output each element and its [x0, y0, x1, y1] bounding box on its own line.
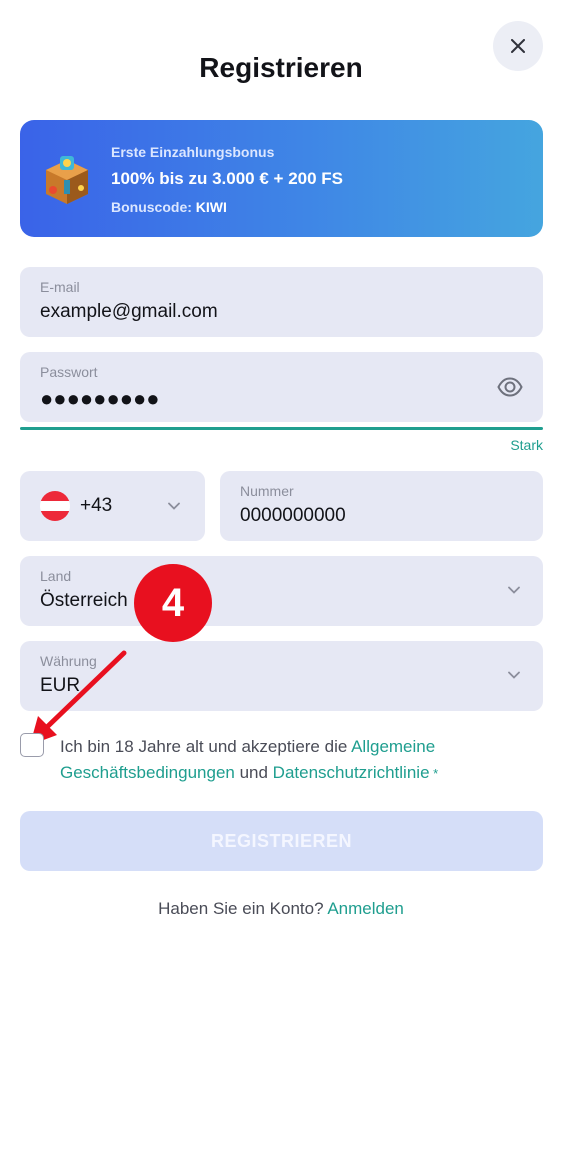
phone-number-value: 0000000000 — [240, 505, 346, 526]
step-badge: 4 — [134, 564, 212, 642]
bonus-title: Erste Einzahlungsbonus — [111, 144, 275, 160]
password-field[interactable]: Passwort ●●●●●●●●● — [20, 352, 543, 422]
privacy-link[interactable]: Datenschutzrichtlinie — [273, 763, 430, 782]
login-text: Haben Sie ein Konto? — [158, 899, 328, 918]
bonus-banner[interactable]: Erste Einzahlungsbonus 100% bis zu 3.000… — [20, 120, 543, 237]
bonus-code: Bonuscode: KIWI — [111, 199, 227, 215]
currency-label: Währung — [40, 653, 97, 669]
eye-icon[interactable] — [497, 374, 523, 400]
password-value: ●●●●●●●●● — [40, 386, 160, 411]
currency-select[interactable]: Währung EUR — [20, 641, 543, 711]
country-code-select[interactable]: +43 — [20, 471, 205, 541]
email-field[interactable]: E-mail example@gmail.com — [20, 267, 543, 337]
austria-flag-icon — [40, 491, 70, 521]
bonus-amount: 100% bis zu 3.000 € + 200 FS — [111, 169, 343, 188]
register-button[interactable]: REGISTRIEREN — [20, 811, 543, 871]
chevron-down-icon — [508, 671, 520, 679]
country-code-value: +43 — [80, 495, 113, 516]
password-label: Passwort — [40, 364, 98, 380]
page-title: Registrieren — [199, 52, 363, 83]
country-value: Österreich — [40, 590, 128, 611]
terms-checkbox[interactable] — [20, 733, 44, 757]
login-prompt: Haben Sie ein Konto? Anmelden — [0, 899, 562, 919]
close-icon — [511, 39, 525, 53]
treasure-chest-icon — [46, 156, 88, 204]
terms-text-part1: Ich bin 18 Jahre alt und akzeptiere die — [60, 737, 352, 756]
country-label: Land — [40, 568, 72, 584]
phone-number-field[interactable]: Nummer 0000000000 — [220, 471, 543, 541]
password-strength-bar — [20, 427, 543, 430]
bonus-code-label: Bonuscode: — [111, 199, 196, 215]
country-select[interactable]: Land Österreich — [20, 556, 543, 626]
terms-text-part2: und — [234, 763, 273, 782]
phone-number-label: Nummer — [240, 483, 294, 499]
password-strength-label: Stark — [510, 437, 543, 453]
terms-text: Ich bin 18 Jahre alt und akzeptiere die … — [60, 734, 530, 787]
email-value: example@gmail.com — [40, 301, 218, 322]
chevron-down-icon — [508, 586, 520, 594]
email-label: E-mail — [40, 279, 80, 295]
bonus-code-value: KIWI — [195, 199, 227, 215]
required-marker: * — [429, 766, 439, 781]
currency-value: EUR — [40, 675, 81, 696]
login-link[interactable]: Anmelden — [327, 899, 404, 918]
chevron-down-icon — [168, 502, 180, 510]
